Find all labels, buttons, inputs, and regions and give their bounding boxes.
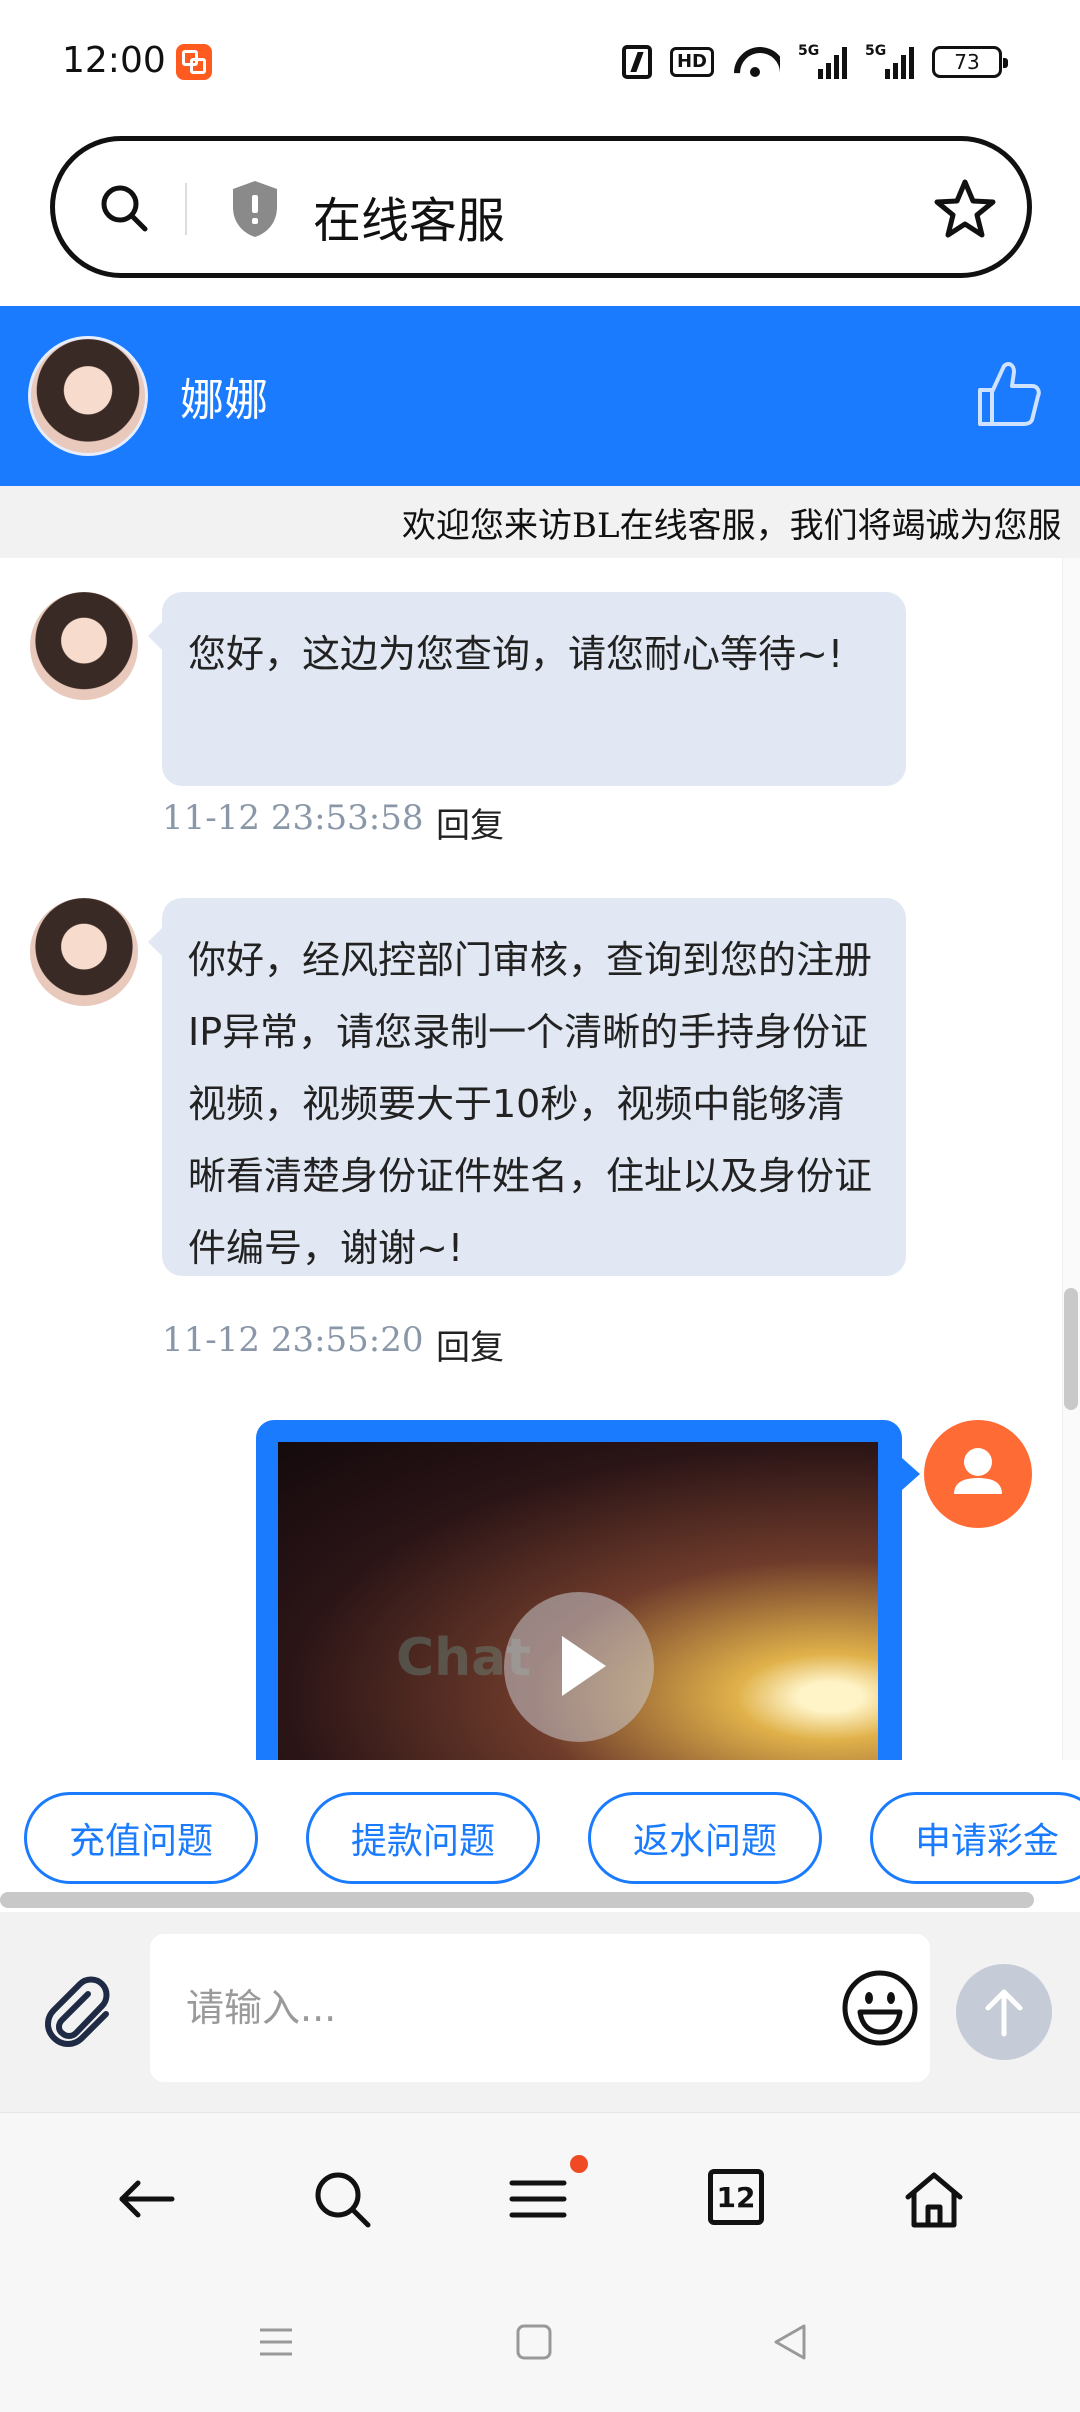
- nfc-icon: [621, 45, 652, 79]
- thumbs-up-icon[interactable]: [974, 358, 1042, 430]
- message-bubble: 你好，经风控部门审核，查询到您的注册IP异常，请您录制一个清晰的手持身份证视频，…: [148, 898, 906, 1276]
- paperclip-icon[interactable]: [36, 1970, 116, 2050]
- message-timestamp: 11-12 23:53:58: [162, 798, 424, 838]
- search-icon[interactable]: [310, 2167, 374, 2231]
- signal-5g-icon: 5G: [865, 43, 914, 79]
- signal-5g-icon: 5G: [798, 43, 847, 79]
- back-triangle-icon[interactable]: [770, 2322, 810, 2362]
- scrollbar-thumb[interactable]: [1064, 1288, 1078, 1410]
- battery-icon: 73: [932, 46, 1008, 78]
- home-icon[interactable]: [902, 2167, 966, 2231]
- back-arrow-icon[interactable]: [114, 2167, 178, 2231]
- signal-5g-label: 5G: [865, 43, 887, 59]
- quick-reply-deposit[interactable]: 充值问题: [24, 1792, 258, 1884]
- chat-header: 娜娜: [0, 306, 1080, 486]
- hd-voice-icon: HD: [669, 47, 714, 77]
- quick-reply-rebate[interactable]: 返水问题: [588, 1792, 822, 1884]
- search-icon[interactable]: [99, 183, 149, 233]
- message-input[interactable]: [150, 1934, 930, 2082]
- menu-icon[interactable]: [506, 2167, 570, 2231]
- message-bubble: 您好，这边为您查询，请您耐心等待~!: [148, 592, 906, 786]
- notification-dot: [570, 2155, 588, 2173]
- browser-toolbar: 12: [0, 2112, 1080, 2282]
- user-avatar: [924, 1420, 1032, 1528]
- app-notification-icon: [176, 44, 212, 80]
- welcome-marquee: 欢迎您来访BL在线客服，我们将竭诚为您服: [0, 486, 1080, 558]
- status-icons: HD 5G 5G 73: [621, 40, 1008, 84]
- send-button[interactable]: [956, 1964, 1052, 2060]
- message-composer: [0, 1912, 1080, 2112]
- signal-5g-label: 5G: [798, 43, 820, 59]
- recent-apps-icon[interactable]: [256, 2322, 296, 2362]
- message-timestamp: 11-12 23:55:20: [162, 1320, 424, 1360]
- agent-avatar[interactable]: [30, 592, 138, 700]
- address-text[interactable]: 在线客服: [313, 181, 505, 251]
- system-navigation: [0, 2282, 1080, 2412]
- quick-replies-scrollbar[interactable]: [0, 1892, 1034, 1908]
- message-scrollbar[interactable]: [1062, 558, 1080, 1760]
- agent-avatar[interactable]: [28, 336, 148, 456]
- send-arrow-icon: [985, 1989, 1023, 2037]
- reply-link[interactable]: 回复: [436, 798, 504, 847]
- reply-link[interactable]: 回复: [436, 1320, 504, 1369]
- shield-icon[interactable]: [229, 179, 281, 239]
- play-icon[interactable]: [504, 1592, 654, 1742]
- tabs-icon[interactable]: 12: [708, 2169, 764, 2225]
- quick-reply-withdraw[interactable]: 提款问题: [306, 1792, 540, 1884]
- message-list[interactable]: 您好，这边为您查询，请您耐心等待~! 11-12 23:53:58 回复 你好，…: [0, 558, 1080, 1760]
- home-button-icon[interactable]: [514, 2322, 554, 2362]
- wifi-icon: [732, 45, 780, 79]
- quick-reply-bonus[interactable]: 申请彩金: [870, 1792, 1080, 1884]
- status-bar: 12:00 HD 5G 5G 73: [0, 0, 1080, 124]
- address-divider: [185, 183, 187, 235]
- marquee-text: 欢迎您来访BL在线客服，我们将竭诚为您服: [402, 506, 1062, 546]
- agent-name: 娜娜: [180, 375, 268, 426]
- emoji-icon[interactable]: [840, 1968, 920, 2048]
- video-thumbnail[interactable]: Chat: [278, 1442, 878, 1760]
- quick-replies: 充值问题 提款问题 返水问题 申请彩金: [0, 1760, 1080, 1896]
- status-time: 12:00: [62, 40, 166, 81]
- address-bar[interactable]: 在线客服: [50, 136, 1032, 278]
- user-icon: [954, 1448, 1002, 1494]
- star-icon[interactable]: [933, 177, 997, 241]
- video-message[interactable]: Chat: [256, 1420, 920, 1760]
- agent-avatar[interactable]: [30, 898, 138, 1006]
